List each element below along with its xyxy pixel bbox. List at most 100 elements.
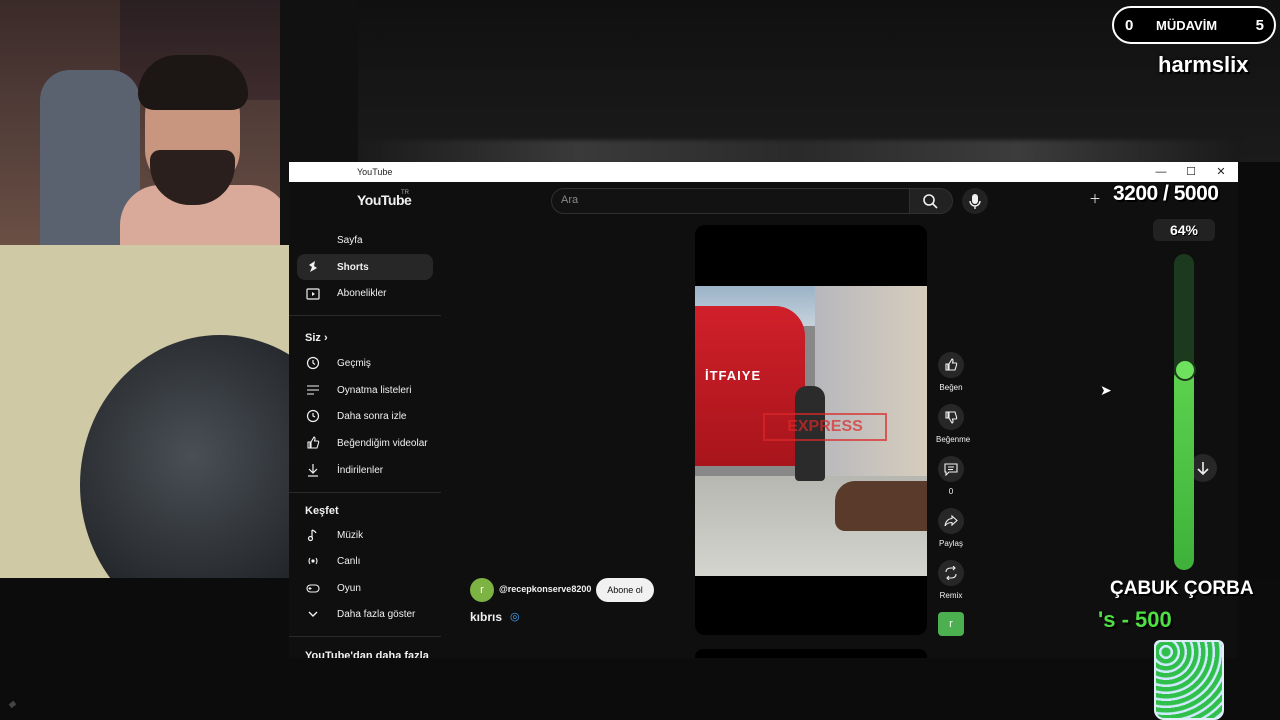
comments-count: 0 (948, 487, 954, 496)
maximize-button[interactable]: ☐ (1176, 164, 1206, 180)
divider (289, 315, 441, 316)
history-icon (306, 356, 320, 370)
sidebar-item-downloads[interactable]: İndirilenler (297, 457, 433, 483)
region-code: TR (401, 190, 409, 196)
create-button[interactable]: ＋ (1089, 190, 1101, 207)
search-input[interactable] (551, 188, 911, 214)
share-action[interactable]: Paylaş (936, 508, 966, 548)
sidebar-item-label: Abonelikler (337, 288, 387, 299)
mouse-cursor-icon: ➤ (1100, 382, 1112, 398)
sidebar-item-label: Oynatma listeleri (337, 385, 412, 396)
window-title: YouTube (357, 167, 393, 177)
thumbs-up-icon (307, 436, 320, 449)
search-placeholder: Ara (561, 194, 579, 206)
video-watermark: EXPRESS (763, 413, 887, 441)
secondary-camera (0, 245, 289, 578)
reward-name: ÇABUK ÇORBA (1110, 578, 1254, 599)
playlist-icon (307, 385, 319, 395)
sidebar-item-playlists[interactable]: Oynatma listeleri (297, 377, 433, 403)
watermark-logo: ◆ (8, 699, 16, 710)
goal-text: 3200 / 5000 (1113, 182, 1219, 205)
chevron-down-icon (308, 611, 318, 617)
spinner-icon: ◎ (510, 611, 520, 623)
reward-price: 's - 500 (1098, 607, 1172, 632)
video-wall (815, 286, 927, 476)
sidebar-item-show-more[interactable]: Daha fazla göster (297, 601, 433, 627)
like-action[interactable]: Beğen (936, 352, 966, 392)
comment-icon (944, 463, 958, 476)
youtube-window: YouTube — ☐ ✕ YouTube TR Ara ＋ Sayfa Sho… (289, 162, 1238, 658)
close-button[interactable]: ✕ (1206, 164, 1236, 180)
mic-icon (969, 194, 981, 209)
more-from-youtube-header: YouTube'dan daha fazla (305, 650, 429, 658)
thumbs-up-icon (945, 358, 958, 371)
sidebar-item-label: Beğendiğim videolar (337, 438, 428, 449)
sidebar-item-label: Müzik (337, 530, 364, 541)
thumbs-down-icon (945, 411, 958, 424)
minimize-button[interactable]: — (1146, 164, 1176, 180)
like-label: Beğen (939, 383, 963, 392)
music-icon (307, 529, 317, 542)
comments-button[interactable] (938, 456, 964, 482)
channel-avatar[interactable]: r (470, 578, 494, 602)
sidebar-item-label: Canlı (337, 556, 361, 567)
live-icon (308, 557, 318, 565)
counter-label: MÜDAVİM (1156, 18, 1218, 33)
channel-handle[interactable]: @recepkonserve8200 (499, 584, 591, 594)
next-short-preview[interactable] (695, 649, 927, 658)
sidebar-item-liked-videos[interactable]: Beğendiğim videolar (297, 430, 433, 456)
goal-progress-knob (1174, 359, 1196, 381)
voice-search-button[interactable] (962, 188, 988, 214)
jar-icon (1154, 640, 1224, 720)
clock-icon (306, 409, 320, 423)
counter-right: 5 (1255, 17, 1264, 34)
goal-progress-bar (1174, 254, 1194, 570)
dislike-action[interactable]: Beğenme (936, 404, 970, 444)
short-video-frame[interactable]: İTFAIYE EXPRESS (695, 286, 927, 576)
dislike-button[interactable] (938, 404, 964, 430)
share-icon (944, 514, 958, 527)
short-title[interactable]: kıbrıs (470, 610, 502, 624)
remix-action[interactable]: Remix (936, 560, 966, 600)
sidebar-item-watch-later[interactable]: Daha sonra izle (297, 403, 433, 429)
you-section-header[interactable]: Siz › (305, 332, 328, 344)
explore-section-header: Keşfet (305, 505, 339, 517)
sidebar-item-label: Daha fazla göster (337, 609, 416, 620)
search-icon (923, 194, 938, 209)
gaming-icon (306, 584, 320, 593)
sidebar-item-label: Oyun (337, 583, 361, 594)
video-bushes (835, 481, 927, 531)
sidebar-item-home[interactable]: Sayfa (297, 227, 433, 253)
remix-label: Remix (939, 591, 963, 600)
goal-progress-fill (1174, 367, 1194, 570)
stream-blur-strip (358, 140, 1238, 164)
video-fire-truck (695, 306, 805, 466)
short-player[interactable]: İTFAIYE EXPRESS (695, 225, 927, 635)
goal-percent: 64% (1153, 219, 1215, 241)
video-overlay-text: İTFAIYE (705, 368, 762, 383)
regulars-counter: 0 MÜDAVİM 5 (1112, 6, 1276, 44)
sidebar-item-history[interactable]: Geçmiş (297, 350, 433, 376)
secondary-camera-subject (80, 335, 289, 578)
streamer-name: harmslix (1158, 52, 1249, 77)
plus-icon: ＋ (1089, 192, 1102, 206)
sidebar-item-live[interactable]: Canlı (297, 548, 433, 574)
comments-action[interactable]: 0 (936, 456, 966, 496)
share-button[interactable] (938, 508, 964, 534)
remix-button[interactable] (938, 560, 964, 586)
search-button[interactable] (909, 188, 953, 214)
sidebar-item-label: İndirilenler (337, 465, 384, 476)
divider (289, 636, 441, 637)
channel-thumbnail[interactable]: r (938, 612, 964, 636)
subscriptions-icon (306, 288, 320, 300)
counter-left: 0 (1125, 17, 1134, 34)
sidebar-item-subscriptions[interactable]: Abonelikler (297, 280, 433, 306)
sidebar-item-music[interactable]: Müzik (297, 522, 433, 548)
sidebar-item-shorts[interactable]: Shorts (297, 254, 433, 280)
like-button[interactable] (938, 352, 964, 378)
subscribe-button[interactable]: Abone ol (596, 578, 654, 602)
title-bar: YouTube — ☐ ✕ (289, 162, 1238, 182)
sidebar-item-label: Shorts (337, 262, 369, 273)
sidebar-item-gaming[interactable]: Oyun (297, 575, 433, 601)
share-label: Paylaş (938, 539, 963, 548)
